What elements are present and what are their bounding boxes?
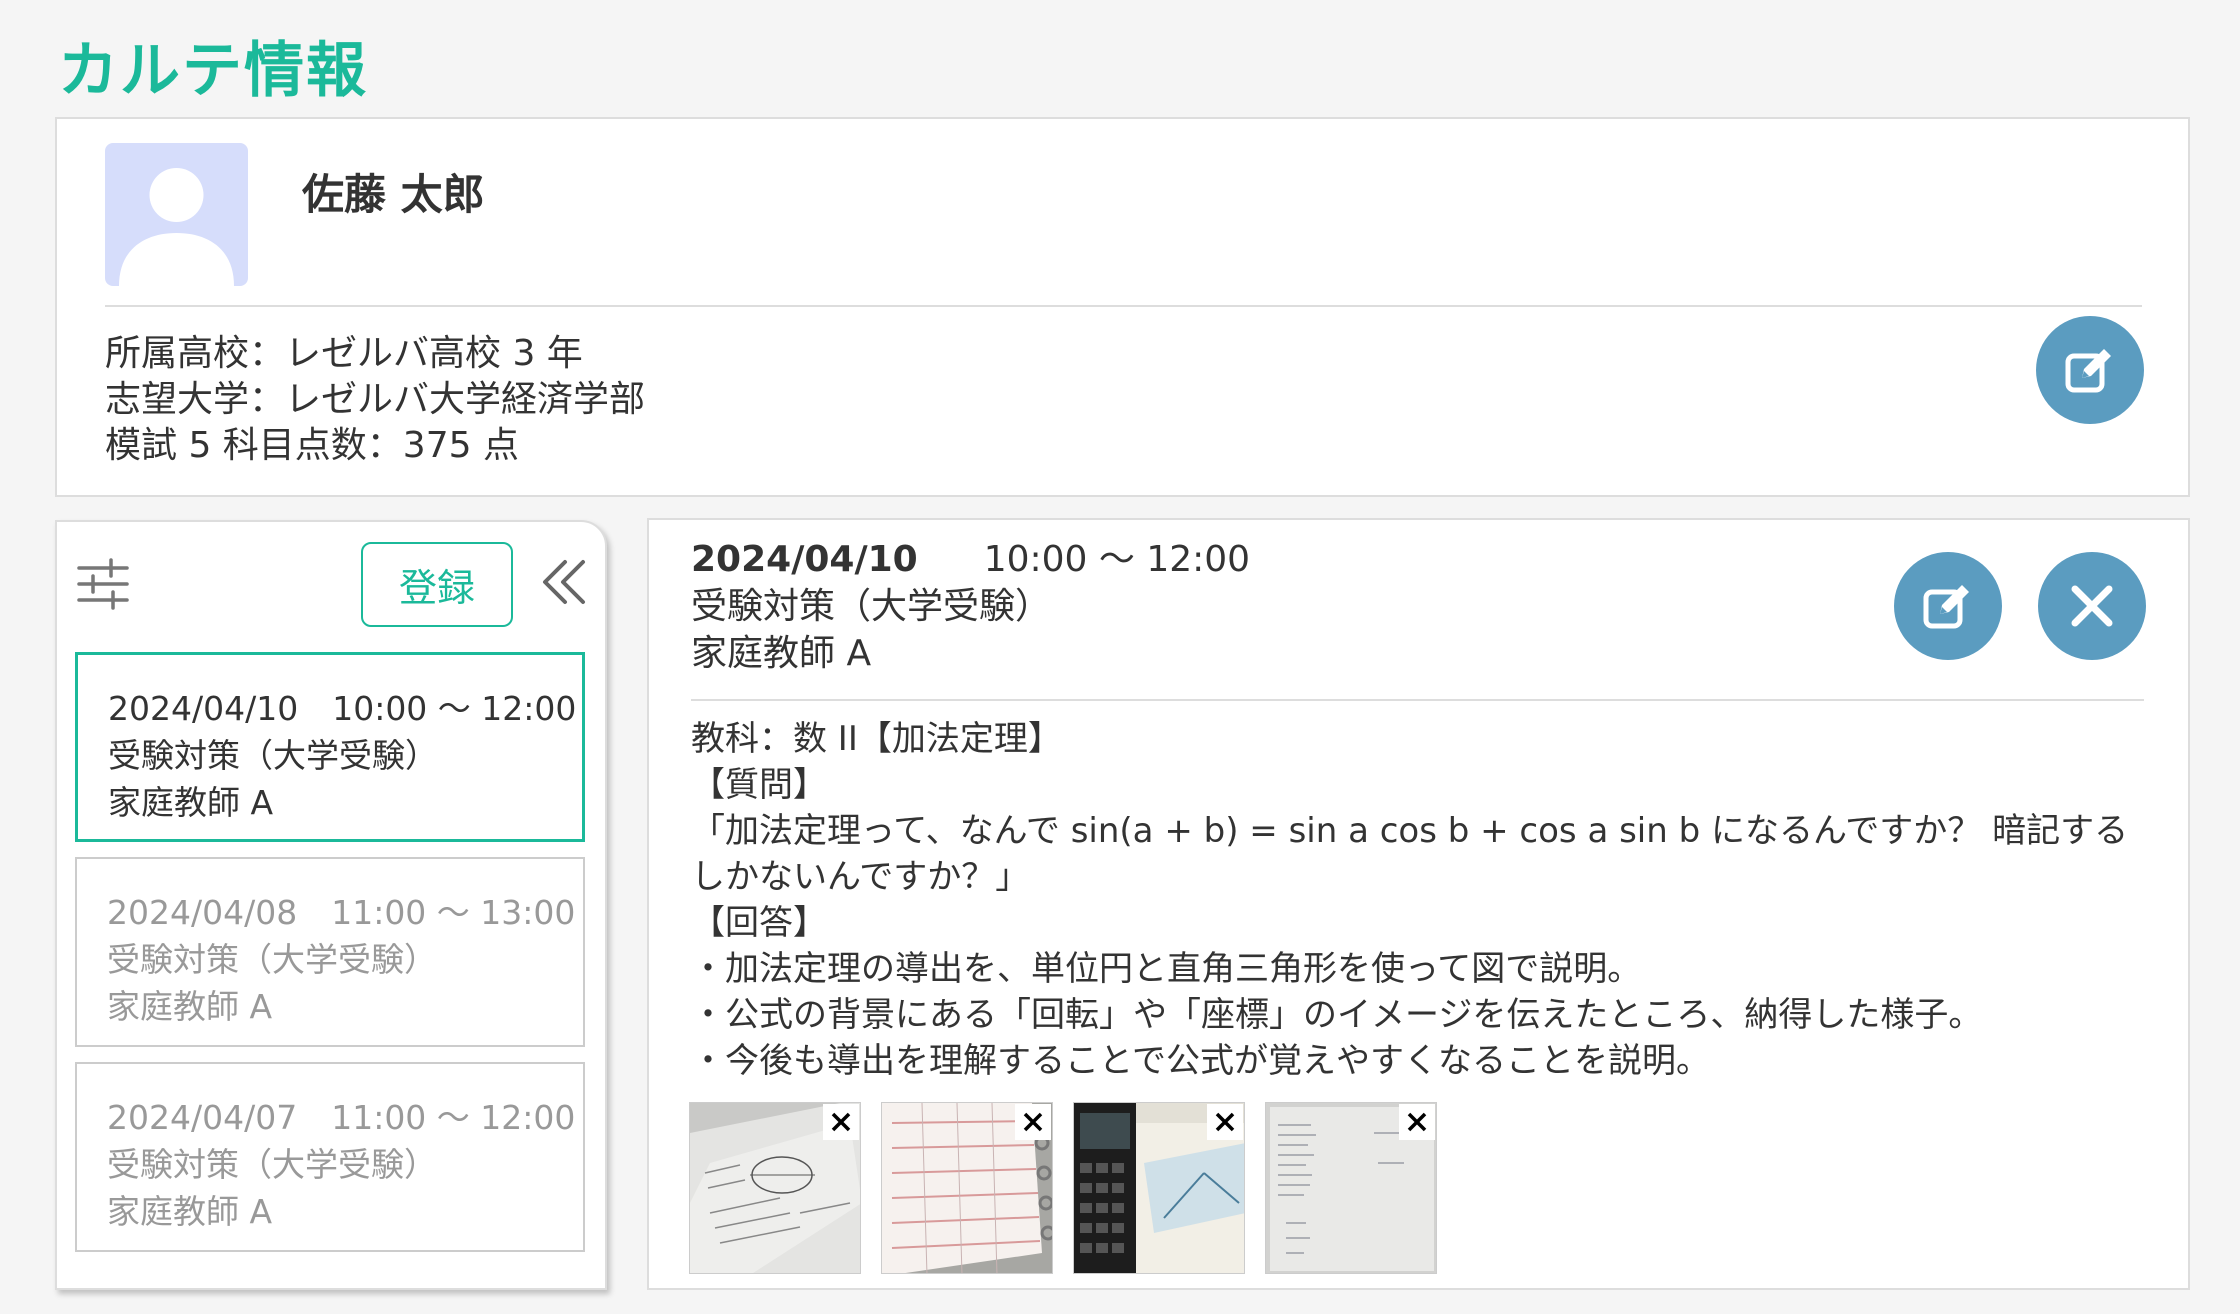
register-button[interactable]: 登録 — [361, 542, 513, 627]
answer-point: ・今後も導出を理解することで公式が覚えやすくなることを説明。 — [691, 1041, 1710, 1081]
record-list-panel: 登録 2024/04/10 10:00 〜 12:00 受験対策（大学受験） 家庭… — [55, 520, 607, 1290]
list-item-course: 受験対策（大学受験） — [108, 736, 438, 775]
profile-info: 所属高校：レゼルバ高校 3 年 志望大学：レゼルバ大学経済学部 模試 5 科目点… — [105, 331, 645, 469]
question-heading: 【質問】 — [691, 765, 827, 805]
list-item-time: 11:00 〜 13:00 — [331, 893, 576, 932]
collapse-panel-icon[interactable] — [537, 552, 593, 612]
avatar — [105, 143, 248, 286]
attachment-thumbnail[interactable] — [881, 1102, 1053, 1274]
school-info: 所属高校：レゼルバ高校 3 年 — [105, 333, 583, 374]
attachment-thumbnail[interactable] — [1073, 1102, 1245, 1274]
user-icon — [119, 168, 234, 286]
detail-date: 2024/04/10 — [691, 539, 918, 580]
attachment-list — [689, 1102, 1437, 1274]
close-icon — [1407, 1112, 1427, 1132]
close-icon — [1023, 1112, 1043, 1132]
detail-time: 10:00 〜 12:00 — [983, 539, 1251, 580]
close-icon — [1215, 1112, 1235, 1132]
list-item-tutor: 家庭教師 A — [108, 783, 274, 822]
list-item-course: 受験対策（大学受験） — [107, 940, 437, 979]
remove-attachment-button[interactable] — [823, 1104, 859, 1140]
close-icon — [2071, 585, 2113, 627]
page-title: カルテ情報 — [58, 36, 368, 106]
edit-icon — [2065, 349, 2111, 393]
list-item[interactable]: 2024/04/07 11:00 〜 12:00 受験対策（大学受験） 家庭教師 … — [75, 1062, 585, 1252]
edit-record-button[interactable] — [1894, 552, 2002, 660]
close-icon — [831, 1112, 851, 1132]
detail-tutor: 家庭教師 A — [691, 633, 872, 674]
list-item-date: 2024/04/07 — [107, 1098, 298, 1137]
list-item-time: 10:00 〜 12:00 — [332, 689, 577, 728]
mock-exam-score-info: 模試 5 科目点数：375 点 — [105, 425, 519, 466]
list-item-date: 2024/04/08 — [107, 893, 298, 932]
question-text: 「加法定理って、なんで sin(a + b) = sin a cos b + c… — [691, 811, 2129, 897]
list-item-tutor: 家庭教師 A — [107, 987, 273, 1026]
delete-record-button[interactable] — [2038, 552, 2146, 660]
remove-attachment-button[interactable] — [1015, 1104, 1051, 1140]
answer-point: ・公式の背景にある「回転」や「座標」のイメージを伝えたところ、納得した様子。 — [691, 995, 1983, 1035]
attachment-thumbnail[interactable] — [689, 1102, 861, 1274]
list-item-tutor: 家庭教師 A — [107, 1192, 273, 1231]
divider — [691, 699, 2144, 701]
list-item[interactable]: 2024/04/08 11:00 〜 13:00 受験対策（大学受験） 家庭教師 … — [75, 857, 585, 1047]
profile-card: 佐藤 太郎 所属高校：レゼルバ高校 3 年 志望大学：レゼルバ大学経済学部 模試… — [55, 117, 2190, 497]
edit-icon — [1923, 585, 1969, 629]
detail-course: 受験対策（大学受験） — [691, 586, 1052, 627]
answer-point: ・加法定理の導出を、単位円と直角三角形を使って図で説明。 — [691, 949, 1642, 989]
target-university-info: 志望大学：レゼルバ大学経済学部 — [105, 379, 646, 420]
record-detail-panel: 2024/04/10 10:00 〜 12:00 受験対策（大学受験） 家庭教師 … — [647, 518, 2190, 1290]
list-item-course: 受験対策（大学受験） — [107, 1145, 437, 1184]
list-item-date: 2024/04/10 — [108, 689, 299, 728]
edit-profile-button[interactable] — [2036, 316, 2144, 424]
remove-attachment-button[interactable] — [1207, 1104, 1243, 1140]
subject-line: 教科：数 II【加法定理】 — [691, 719, 1062, 759]
student-name: 佐藤 太郎 — [302, 170, 485, 219]
list-item[interactable]: 2024/04/10 10:00 〜 12:00 受験対策（大学受験） 家庭教師 … — [75, 652, 585, 842]
remove-attachment-button[interactable] — [1399, 1104, 1435, 1140]
filter-icon[interactable] — [75, 556, 131, 612]
list-item-time: 11:00 〜 12:00 — [331, 1098, 576, 1137]
attachment-thumbnail[interactable] — [1265, 1102, 1437, 1274]
record-notes: 教科：数 II【加法定理】 【質問】 「加法定理って、なんで sin(a + b… — [691, 716, 2151, 1084]
detail-header: 2024/04/10 10:00 〜 12:00 受験対策（大学受験） 家庭教師 … — [691, 536, 1250, 677]
divider — [105, 305, 2142, 307]
answer-heading: 【回答】 — [691, 903, 827, 943]
